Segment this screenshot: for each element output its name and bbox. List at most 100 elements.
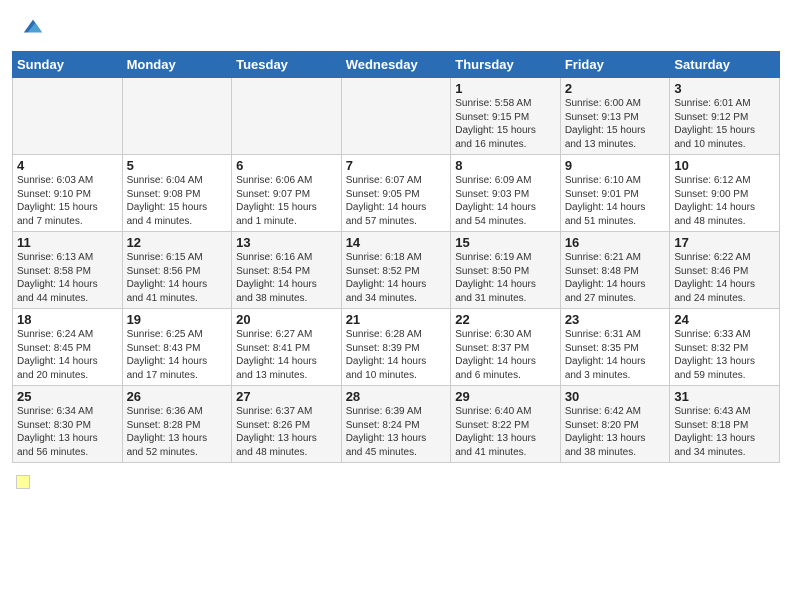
day-number: 11 — [17, 235, 118, 250]
day-number: 31 — [674, 389, 775, 404]
day-info: Sunrise: 6:21 AM Sunset: 8:48 PM Dayligh… — [565, 251, 666, 305]
day-info: Sunrise: 6:34 AM Sunset: 8:30 PM Dayligh… — [17, 405, 118, 459]
day-number: 18 — [17, 312, 118, 327]
table-row: 9Sunrise: 6:10 AM Sunset: 9:01 PM Daylig… — [560, 155, 670, 232]
table-row: 1Sunrise: 5:58 AM Sunset: 9:15 PM Daylig… — [451, 78, 561, 155]
table-row: 21Sunrise: 6:28 AM Sunset: 8:39 PM Dayli… — [341, 309, 451, 386]
table-row: 20Sunrise: 6:27 AM Sunset: 8:41 PM Dayli… — [232, 309, 342, 386]
day-number: 25 — [17, 389, 118, 404]
table-row: 18Sunrise: 6:24 AM Sunset: 8:45 PM Dayli… — [13, 309, 123, 386]
table-row — [341, 78, 451, 155]
table-row: 14Sunrise: 6:18 AM Sunset: 8:52 PM Dayli… — [341, 232, 451, 309]
day-number: 14 — [346, 235, 447, 250]
day-info: Sunrise: 6:36 AM Sunset: 8:28 PM Dayligh… — [127, 405, 228, 459]
table-row: 15Sunrise: 6:19 AM Sunset: 8:50 PM Dayli… — [451, 232, 561, 309]
day-number: 13 — [236, 235, 337, 250]
daylight-indicator — [16, 475, 30, 489]
day-number: 30 — [565, 389, 666, 404]
table-row: 25Sunrise: 6:34 AM Sunset: 8:30 PM Dayli… — [13, 386, 123, 463]
table-row: 13Sunrise: 6:16 AM Sunset: 8:54 PM Dayli… — [232, 232, 342, 309]
calendar-header-row: SundayMondayTuesdayWednesdayThursdayFrid… — [13, 52, 780, 78]
day-number: 17 — [674, 235, 775, 250]
calendar-week-row: 25Sunrise: 6:34 AM Sunset: 8:30 PM Dayli… — [13, 386, 780, 463]
day-info: Sunrise: 6:31 AM Sunset: 8:35 PM Dayligh… — [565, 328, 666, 382]
day-number: 16 — [565, 235, 666, 250]
day-number: 4 — [17, 158, 118, 173]
day-info: Sunrise: 6:24 AM Sunset: 8:45 PM Dayligh… — [17, 328, 118, 382]
day-number: 1 — [455, 81, 556, 96]
day-info: Sunrise: 6:00 AM Sunset: 9:13 PM Dayligh… — [565, 97, 666, 151]
day-info: Sunrise: 6:18 AM Sunset: 8:52 PM Dayligh… — [346, 251, 447, 305]
day-info: Sunrise: 6:42 AM Sunset: 8:20 PM Dayligh… — [565, 405, 666, 459]
table-row: 7Sunrise: 6:07 AM Sunset: 9:05 PM Daylig… — [341, 155, 451, 232]
day-number: 26 — [127, 389, 228, 404]
logo — [20, 16, 44, 43]
table-row — [232, 78, 342, 155]
calendar-week-row: 11Sunrise: 6:13 AM Sunset: 8:58 PM Dayli… — [13, 232, 780, 309]
day-number: 24 — [674, 312, 775, 327]
day-info: Sunrise: 6:27 AM Sunset: 8:41 PM Dayligh… — [236, 328, 337, 382]
table-row: 4Sunrise: 6:03 AM Sunset: 9:10 PM Daylig… — [13, 155, 123, 232]
day-number: 23 — [565, 312, 666, 327]
day-number: 2 — [565, 81, 666, 96]
calendar-day-header: Friday — [560, 52, 670, 78]
day-info: Sunrise: 6:28 AM Sunset: 8:39 PM Dayligh… — [346, 328, 447, 382]
day-info: Sunrise: 6:30 AM Sunset: 8:37 PM Dayligh… — [455, 328, 556, 382]
day-info: Sunrise: 6:04 AM Sunset: 9:08 PM Dayligh… — [127, 174, 228, 228]
day-info: Sunrise: 6:10 AM Sunset: 9:01 PM Dayligh… — [565, 174, 666, 228]
day-info: Sunrise: 6:09 AM Sunset: 9:03 PM Dayligh… — [455, 174, 556, 228]
day-info: Sunrise: 6:13 AM Sunset: 8:58 PM Dayligh… — [17, 251, 118, 305]
day-info: Sunrise: 6:07 AM Sunset: 9:05 PM Dayligh… — [346, 174, 447, 228]
day-number: 29 — [455, 389, 556, 404]
day-number: 19 — [127, 312, 228, 327]
day-info: Sunrise: 6:40 AM Sunset: 8:22 PM Dayligh… — [455, 405, 556, 459]
day-number: 12 — [127, 235, 228, 250]
calendar-table: SundayMondayTuesdayWednesdayThursdayFrid… — [12, 51, 780, 463]
day-number: 3 — [674, 81, 775, 96]
table-row: 10Sunrise: 6:12 AM Sunset: 9:00 PM Dayli… — [670, 155, 780, 232]
table-row: 26Sunrise: 6:36 AM Sunset: 8:28 PM Dayli… — [122, 386, 232, 463]
calendar-day-header: Saturday — [670, 52, 780, 78]
day-info: Sunrise: 6:19 AM Sunset: 8:50 PM Dayligh… — [455, 251, 556, 305]
table-row: 11Sunrise: 6:13 AM Sunset: 8:58 PM Dayli… — [13, 232, 123, 309]
day-info: Sunrise: 6:43 AM Sunset: 8:18 PM Dayligh… — [674, 405, 775, 459]
day-info: Sunrise: 6:12 AM Sunset: 9:00 PM Dayligh… — [674, 174, 775, 228]
table-row: 22Sunrise: 6:30 AM Sunset: 8:37 PM Dayli… — [451, 309, 561, 386]
day-info: Sunrise: 6:01 AM Sunset: 9:12 PM Dayligh… — [674, 97, 775, 151]
footer — [0, 471, 792, 493]
table-row: 16Sunrise: 6:21 AM Sunset: 8:48 PM Dayli… — [560, 232, 670, 309]
day-info: Sunrise: 6:03 AM Sunset: 9:10 PM Dayligh… — [17, 174, 118, 228]
day-number: 21 — [346, 312, 447, 327]
table-row: 24Sunrise: 6:33 AM Sunset: 8:32 PM Dayli… — [670, 309, 780, 386]
calendar-day-header: Wednesday — [341, 52, 451, 78]
table-row: 2Sunrise: 6:00 AM Sunset: 9:13 PM Daylig… — [560, 78, 670, 155]
table-row: 29Sunrise: 6:40 AM Sunset: 8:22 PM Dayli… — [451, 386, 561, 463]
table-row: 31Sunrise: 6:43 AM Sunset: 8:18 PM Dayli… — [670, 386, 780, 463]
table-row: 19Sunrise: 6:25 AM Sunset: 8:43 PM Dayli… — [122, 309, 232, 386]
table-row: 23Sunrise: 6:31 AM Sunset: 8:35 PM Dayli… — [560, 309, 670, 386]
table-row: 12Sunrise: 6:15 AM Sunset: 8:56 PM Dayli… — [122, 232, 232, 309]
table-row: 17Sunrise: 6:22 AM Sunset: 8:46 PM Dayli… — [670, 232, 780, 309]
day-number: 9 — [565, 158, 666, 173]
calendar-week-row: 4Sunrise: 6:03 AM Sunset: 9:10 PM Daylig… — [13, 155, 780, 232]
table-row: 28Sunrise: 6:39 AM Sunset: 8:24 PM Dayli… — [341, 386, 451, 463]
calendar-day-header: Tuesday — [232, 52, 342, 78]
logo-icon — [22, 16, 44, 38]
day-number: 5 — [127, 158, 228, 173]
day-number: 20 — [236, 312, 337, 327]
calendar-week-row: 18Sunrise: 6:24 AM Sunset: 8:45 PM Dayli… — [13, 309, 780, 386]
day-info: Sunrise: 6:15 AM Sunset: 8:56 PM Dayligh… — [127, 251, 228, 305]
table-row — [122, 78, 232, 155]
day-number: 27 — [236, 389, 337, 404]
day-number: 10 — [674, 158, 775, 173]
day-number: 28 — [346, 389, 447, 404]
calendar-day-header: Sunday — [13, 52, 123, 78]
page-header — [0, 0, 792, 51]
table-row: 30Sunrise: 6:42 AM Sunset: 8:20 PM Dayli… — [560, 386, 670, 463]
calendar-day-header: Monday — [122, 52, 232, 78]
day-info: Sunrise: 6:06 AM Sunset: 9:07 PM Dayligh… — [236, 174, 337, 228]
day-number: 22 — [455, 312, 556, 327]
calendar-day-header: Thursday — [451, 52, 561, 78]
day-info: Sunrise: 6:39 AM Sunset: 8:24 PM Dayligh… — [346, 405, 447, 459]
table-row: 5Sunrise: 6:04 AM Sunset: 9:08 PM Daylig… — [122, 155, 232, 232]
